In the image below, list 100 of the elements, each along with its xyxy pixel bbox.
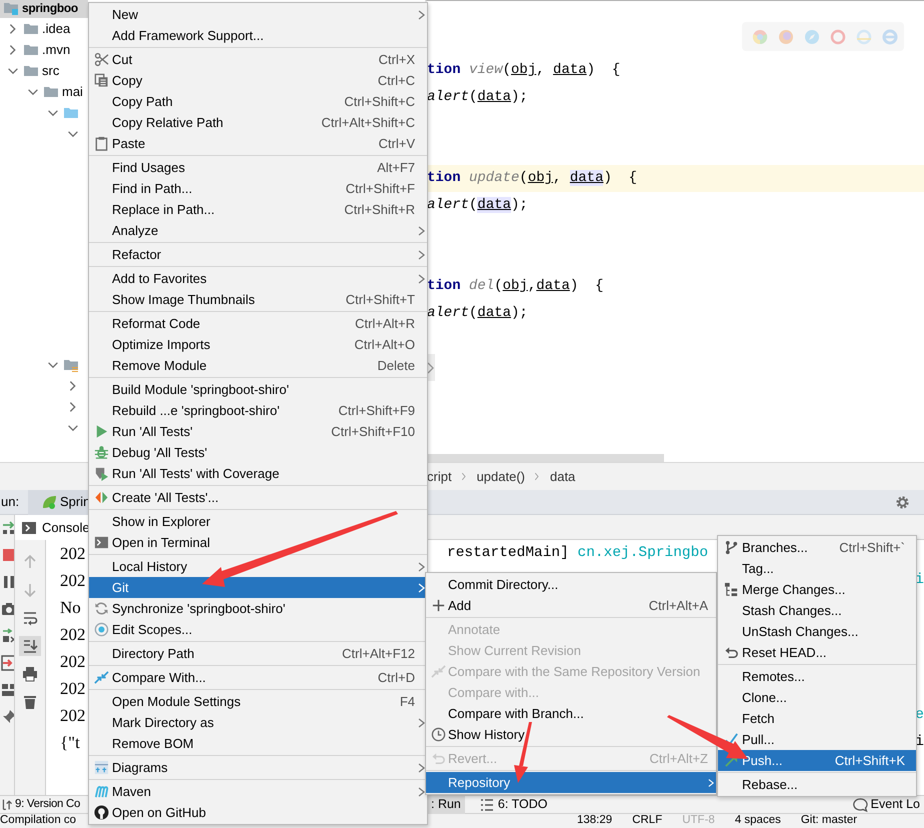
scroll-end-button[interactable] [19,636,41,656]
tree-item[interactable]: src [0,60,88,81]
menu-item[interactable]: Replace in Path... Ctrl+Shift+R [89,199,427,220]
tree-item[interactable]: mai [0,81,88,102]
shortcut-text: Ctrl+Shift+R [343,200,415,219]
target-icon [94,622,109,637]
menu-item[interactable]: Fetch [718,708,916,729]
restore-icon [1,628,14,644]
tool-window-button[interactable]: 6: TODO [474,796,552,814]
arrow-down-icon [22,582,38,598]
code-line: alert(data); [427,88,529,107]
menu-item[interactable]: Git [89,577,427,598]
menu-item[interactable]: Open on GitHub [89,802,427,823]
menu-item[interactable]: Add Ctrl+Alt+A [426,595,716,616]
menu-item[interactable]: New [89,4,427,25]
breadcrumb-item[interactable]: cript [427,466,452,486]
status-item[interactable]: 138:29 [577,814,612,827]
menu-item[interactable]: Copy Path Ctrl+Shift+C [89,91,427,112]
menu-item[interactable]: Compare With... Ctrl+D [89,667,427,688]
menu-item[interactable]: Show History [426,724,716,745]
shortcut-text: Ctrl+Shift+` [838,538,905,557]
code-line: tion del(obj,data) { [427,277,604,296]
menu-item[interactable]: Build Module 'springboot-shiro' [89,379,427,400]
menu-item[interactable]: Debug 'All Tests' [89,442,427,463]
menu-item[interactable]: Reformat Code Ctrl+Alt+R [89,313,427,334]
status-item[interactable]: Git: master [800,814,858,827]
menu-item[interactable]: Rebuild ...e 'springboot-shiro' Ctrl+Shift+F9 [89,400,427,421]
menu-item[interactable]: Run 'All Tests' Ctrl+Shift+F10 [89,421,427,442]
menu-item[interactable]: Branches... Ctrl+Shift+` [718,537,916,558]
code-arrows-icon [94,490,109,505]
menu-item[interactable]: Find in Path... Ctrl+Shift+F [89,178,427,199]
shortcut-text: Ctrl+Alt+A [648,596,708,615]
menu-item[interactable]: UnStash Changes... [718,621,916,642]
tree-item[interactable]: springboo [0,0,88,18]
menu-item[interactable]: Stash Changes... [718,600,916,621]
diagram-icon [94,760,109,775]
scrollbar-thumb[interactable] [427,454,664,462]
tool-window-button[interactable]: 9: Version Co [0,796,88,814]
menu-item[interactable]: Remotes... [718,666,916,687]
clock-icon [430,727,446,742]
menu-item[interactable]: Merge Changes... [718,579,916,600]
menu-item[interactable]: Find Usages Alt+F7 [89,157,427,178]
menu-item[interactable]: Run 'All Tests' with Coverage [89,463,427,484]
console-text: 202 [59,542,86,565]
menu-item[interactable]: Remove Module Delete [89,355,427,376]
tree-item[interactable]: .idea [0,18,88,39]
printer-icon [22,666,38,682]
menu-item[interactable]: Tag... [718,558,916,579]
status-item[interactable]: 4 spaces [734,814,781,827]
shortcut-text: Ctrl+Shift+F [344,180,415,198]
menu-item[interactable]: Add Framework Support... [89,25,427,46]
wrap-icon [22,610,38,626]
menu-item[interactable]: Copy Ctrl+C [89,70,427,91]
menu-item[interactable]: Mark Directory as [89,712,427,733]
copy-icon [94,73,109,88]
console-text: restartedMain] cn.xej.Springbo [446,544,708,563]
menu-item[interactable]: Compare with Branch... [426,703,716,724]
breadcrumb-item[interactable]: data [550,466,576,486]
status-item[interactable]: CRLF [632,814,662,827]
breadcrumb-item[interactable]: update() [476,466,525,486]
menu-item[interactable]: Repository [426,772,716,793]
tool-window-button[interactable]: Event Lo [848,796,924,814]
shortcut-text: Ctrl+Alt+F12 [341,644,415,663]
menu-item[interactable]: Rebase... [718,774,916,795]
code-line: alert(data); [427,304,529,323]
menu-item[interactable]: Copy Relative Path Ctrl+Alt+Shift+C [89,112,427,133]
shortcut-text: Ctrl+Shift+F9 [337,402,415,420]
menu-item[interactable]: Maven [89,781,427,802]
tool-window-button[interactable]: : Run [427,796,465,814]
menu-item[interactable]: Refactor [89,244,427,265]
bug-icon [94,445,109,460]
browser-icon [804,28,820,44]
menu-item[interactable]: Optimize Imports Ctrl+Alt+O [89,334,427,355]
shortcut-text: Ctrl+Shift+T [344,290,415,309]
circle-logo-icon [94,805,109,820]
menu-item[interactable]: Synchronize 'springboot-shiro' [89,598,427,619]
plus-icon [430,598,446,613]
menu-item[interactable]: Show Image Thumbnails Ctrl+Shift+T [89,289,427,310]
menu-item[interactable]: Clone... [718,687,916,708]
menu-item[interactable]: Cut Ctrl+X [89,49,427,70]
menu-item[interactable]: Pull... [718,729,916,750]
menu-item[interactable]: Open Module Settings F4 [89,691,427,712]
menu-item[interactable]: Reset HEAD... [718,642,916,663]
menu-item[interactable]: Directory Path Ctrl+Alt+F12 [89,643,427,664]
console-text: i [915,570,924,590]
compare-arrows-icon [430,664,446,679]
menu-item[interactable]: Diagrams [89,757,427,778]
menu-item[interactable]: Paste Ctrl+V [89,133,427,154]
menu-item[interactable]: Commit Directory... [426,574,716,595]
shortcut-text: Ctrl+X [378,50,415,69]
merge-icon [724,582,738,597]
menu-item[interactable]: Edit Scopes... [89,619,427,640]
scissors-icon [94,52,109,67]
menu-item[interactable]: Add to Favorites [89,268,427,289]
menu-item[interactable]: Remove BOM [89,733,427,754]
code-line: tion view(obj, data) { [427,61,622,80]
menu-item[interactable]: Analyze [89,220,427,241]
menu-item[interactable]: Local History [89,556,427,577]
tree-item[interactable]: .mvn [0,39,88,60]
menu-item[interactable]: Create 'All Tests'... [89,487,427,508]
